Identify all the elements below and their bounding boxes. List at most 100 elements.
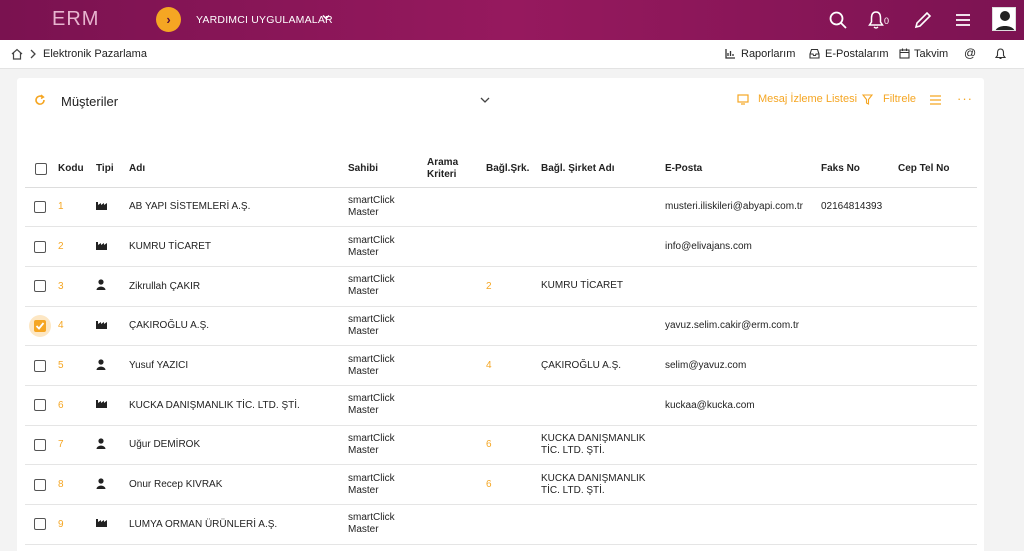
row-code[interactable]: 9 (58, 504, 96, 545)
row-code[interactable]: 4 (58, 306, 96, 347)
breadcrumb-current[interactable]: Elektronik Pazarlama (43, 48, 147, 60)
table-row[interactable]: 3 Zikrullah ÇAKIR smartClick Master 2 KUMRU T… (25, 266, 977, 307)
row-code[interactable]: 1 (58, 187, 96, 228)
row-linked-name (541, 187, 665, 228)
table-row[interactable]: 1 AB YAPI SİSTEMLERİ A.Ş. smartClick Master… (25, 187, 977, 228)
row-code[interactable]: 2 (58, 226, 96, 267)
company-icon (96, 306, 129, 347)
row-search-criteria (427, 187, 486, 228)
row-code[interactable]: 3 (58, 266, 96, 307)
avatar[interactable] (992, 7, 1016, 31)
column-search-line2: Kriteri (427, 168, 457, 180)
table-row[interactable]: 4 ÇAKIROĞLU A.Ş. smartClick Master yavuz.sel… (25, 306, 977, 347)
emails-link[interactable]: E-Postalarım (825, 48, 889, 60)
row-checkbox[interactable] (34, 240, 46, 253)
row-linked-code[interactable]: 2 (486, 266, 541, 307)
chevron-right-icon (29, 48, 37, 63)
row-linked-name-line1: ÇAKIROĞLU A.Ş. (541, 359, 622, 371)
row-linked-code[interactable] (486, 306, 541, 347)
column-owner[interactable]: Sahibi (348, 151, 427, 188)
row-linked-code[interactable] (486, 187, 541, 228)
at-sign-icon[interactable]: @ (964, 46, 976, 60)
more-options-icon[interactable]: ··· (957, 91, 973, 106)
row-linked-code[interactable]: 6 (486, 464, 541, 505)
row-linked-code[interactable] (486, 226, 541, 267)
row-owner-line2: Master (348, 524, 379, 536)
column-linked-company[interactable]: Bağl.Şrk. (486, 151, 541, 188)
column-search-criteria[interactable]: Arama Kriteri (427, 151, 486, 188)
pencil-icon[interactable] (913, 10, 933, 30)
column-linked-company-name[interactable]: Bağl. Şirket Adı (541, 151, 665, 188)
app-logo[interactable]: ERM (52, 8, 99, 31)
row-name[interactable]: KUCKA DANIŞMANLIK TİC. LTD. ŞTİ. (129, 385, 348, 426)
row-checkbox[interactable] (34, 518, 46, 531)
bell-icon[interactable]: 0 (868, 10, 889, 30)
table-row[interactable]: 8 Onur Recep KIVRAK smartClick Master 6 KUCKA… (25, 464, 977, 505)
row-linked-name-line2: TİC. LTD. ŞTİ. (541, 444, 605, 456)
column-code[interactable]: Kodu (58, 151, 96, 188)
row-checkbox-wrapper (29, 196, 51, 218)
select-all-checkbox[interactable] (35, 162, 47, 175)
row-checkbox-wrapper (29, 394, 51, 416)
table-row[interactable]: 6 KUCKA DANIŞMANLIK TİC. LTD. ŞTİ. smartCl… (25, 385, 977, 426)
column-email[interactable]: E-Posta (665, 151, 821, 188)
row-linked-code[interactable] (486, 385, 541, 426)
row-select-cell (25, 266, 58, 307)
table-row[interactable]: 2 KUMRU TİCARET smartClick Master info@eliva… (25, 226, 977, 267)
table-row[interactable]: 5 Yusuf YAZICI smartClick Master 4 ÇAKIROĞLU … (25, 345, 977, 386)
row-checkbox[interactable] (34, 200, 46, 213)
row-linked-name (541, 226, 665, 267)
row-checkbox[interactable] (34, 319, 46, 332)
row-name[interactable]: Yusuf YAZICI (129, 345, 348, 386)
table-row[interactable]: 9 LUMYA ORMAN ÜRÜNLERİ A.Ş. smartClick Mast… (25, 504, 977, 545)
row-checkbox[interactable] (34, 438, 46, 451)
column-fax[interactable]: Faks No (821, 151, 898, 188)
row-name[interactable]: ÇAKIROĞLU A.Ş. (129, 306, 348, 347)
row-mobile (898, 226, 977, 267)
chevron-down-icon[interactable] (321, 12, 331, 25)
column-name[interactable]: Adı (129, 151, 348, 188)
row-checkbox[interactable] (34, 359, 46, 372)
message-watch-list-button[interactable]: Mesaj İzleme Listesi (758, 93, 857, 105)
row-code[interactable]: 5 (58, 345, 96, 386)
refresh-icon[interactable] (34, 94, 46, 109)
row-code[interactable]: 6 (58, 385, 96, 426)
chevron-down-icon[interactable] (479, 94, 491, 109)
row-name[interactable]: KUMRU TİCARET (129, 226, 348, 267)
filter-button[interactable]: Filtrele (883, 93, 916, 105)
row-email: yavuz.selim.cakir@erm.com.tr (665, 306, 821, 347)
row-name[interactable]: LUMYA ORMAN ÜRÜNLERİ A.Ş. (129, 504, 348, 545)
row-linked-name: KUMRU TİCARET (541, 266, 665, 307)
row-linked-code[interactable]: 6 (486, 425, 541, 466)
bell-small-icon[interactable] (994, 48, 1007, 63)
row-name[interactable]: Uğur DEMİROK (129, 425, 348, 466)
reports-link[interactable]: Raporlarım (741, 48, 795, 60)
calendar-link[interactable]: Takvim (914, 48, 948, 60)
home-icon[interactable] (11, 48, 23, 63)
apps-menu-label[interactable]: YARDIMCI UYGULAMALAR (196, 14, 333, 26)
search-icon[interactable] (828, 10, 848, 30)
apps-toggle-button[interactable]: › (156, 7, 181, 32)
row-code[interactable]: 7 (58, 425, 96, 466)
person-icon (96, 464, 129, 505)
row-linked-code[interactable] (486, 504, 541, 545)
row-search-criteria (427, 345, 486, 386)
row-linked-code[interactable]: 4 (486, 345, 541, 386)
row-owner-line2: Master (348, 206, 379, 218)
row-checkbox[interactable] (34, 478, 46, 491)
row-checkbox[interactable] (34, 280, 46, 293)
row-name[interactable]: Zikrullah ÇAKIR (129, 266, 348, 307)
row-name[interactable]: Onur Recep KIVRAK (129, 464, 348, 505)
hamburger-menu-icon[interactable] (953, 10, 973, 30)
row-name[interactable]: AB YAPI SİSTEMLERİ A.Ş. (129, 187, 348, 228)
row-fax (821, 504, 898, 545)
row-linked-name-line1: KUCKA DANIŞMANLIK (541, 472, 646, 484)
list-view-icon[interactable] (930, 95, 941, 108)
column-mobile[interactable]: Cep Tel No (898, 151, 977, 188)
row-owner-line1: smartClick (348, 234, 395, 246)
table-row[interactable]: 7 Uğur DEMİROK smartClick Master 6 KUCKA DANI… (25, 425, 977, 466)
row-code[interactable]: 8 (58, 464, 96, 505)
column-type[interactable]: Tipi (96, 151, 129, 188)
row-owner: smartClick Master (348, 464, 427, 505)
row-checkbox[interactable] (34, 399, 46, 412)
